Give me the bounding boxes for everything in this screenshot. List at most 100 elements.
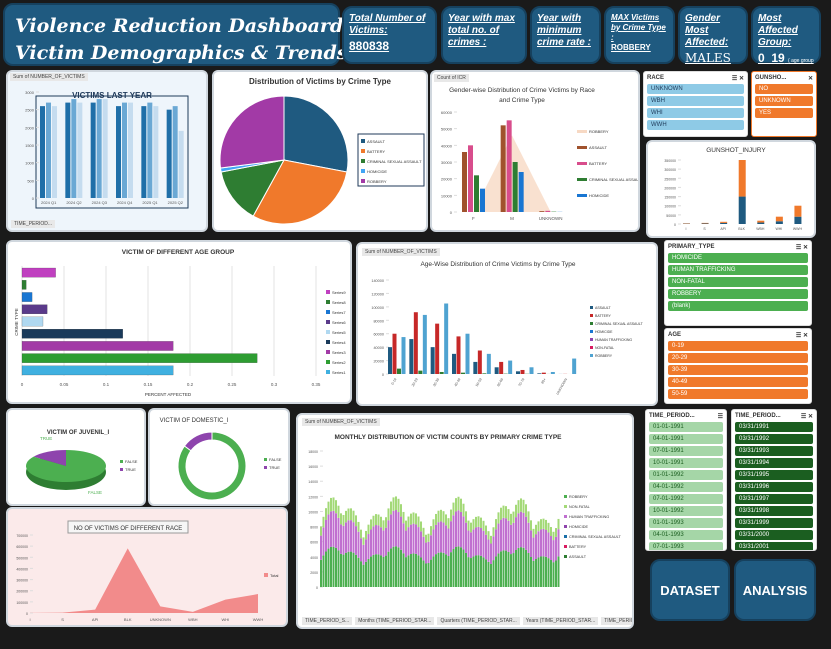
x-tick-label: 20-29 <box>411 377 419 387</box>
x-tick-label: 0.25 <box>228 382 237 387</box>
race-option[interactable]: WBH <box>647 96 744 106</box>
y-tick-label: 0 <box>382 373 384 377</box>
bar <box>122 102 127 198</box>
legend-label: ASSAULT <box>589 145 607 150</box>
bar <box>445 514 447 526</box>
time-filter-button[interactable]: Months (TIME_PERIOD_STAR... <box>355 617 435 625</box>
bar <box>432 529 435 557</box>
time-filter-button[interactable]: TIME_PERIOD_S... <box>302 617 353 625</box>
time-option[interactable]: 04-01-1991 <box>649 434 723 444</box>
time-option[interactable]: 07-01-1993 <box>649 542 723 550</box>
bar <box>775 216 783 222</box>
bar <box>545 556 547 587</box>
primary-type-option[interactable]: (blank) <box>668 301 808 311</box>
bar <box>400 516 402 550</box>
chart-title: NO OF VICTIMS OF DIFFERENT RACE <box>74 526 183 532</box>
bar <box>382 520 385 531</box>
bar <box>395 496 397 511</box>
time-option[interactable]: 03/31/1998 <box>735 506 813 516</box>
bar <box>425 534 427 543</box>
age-option[interactable]: 40-49 <box>668 377 808 387</box>
time-option[interactable]: 03/31/1999 <box>735 518 813 528</box>
bar <box>387 520 390 552</box>
bar <box>367 524 370 535</box>
analysis-button[interactable]: ANALYSIS <box>734 559 816 621</box>
bar <box>367 534 370 559</box>
bar <box>365 530 367 540</box>
time-option[interactable]: 03/31/1995 <box>735 470 813 480</box>
race-option[interactable]: UNKNOWN <box>647 84 744 94</box>
bar <box>387 551 390 587</box>
primary-type-option[interactable]: ROBBERY <box>668 289 808 299</box>
age-wise-panel: Sum of NUMBER_OF_VICTIMS Age-Wise Distri… <box>356 242 658 406</box>
gunshot-option[interactable]: YES <box>755 108 813 118</box>
bar <box>542 556 545 587</box>
time-option[interactable]: 01-01-1991 <box>649 422 723 432</box>
time-option[interactable]: 03/31/1993 <box>735 446 813 456</box>
time-option[interactable]: 07-01-1992 <box>649 494 723 504</box>
legend-swatch <box>564 525 567 528</box>
bar <box>370 519 372 530</box>
time-filter-button[interactable]: Years (TIME_PERIOD_STAR... <box>522 617 599 625</box>
time-option[interactable]: 03/31/1991 <box>735 422 813 432</box>
bar <box>355 515 357 527</box>
primary-type-option[interactable]: NON-FATAL <box>668 277 808 287</box>
time-option[interactable]: 10-01-1991 <box>649 458 723 468</box>
bar <box>377 514 380 526</box>
age-option[interactable]: 50-59 <box>668 389 808 399</box>
time-option[interactable]: 03/31/1992 <box>735 434 813 444</box>
primary-type-option[interactable]: HOMICIDE <box>668 253 808 263</box>
bar <box>505 550 507 587</box>
bar <box>335 513 337 548</box>
bar <box>116 106 121 198</box>
bar <box>427 563 430 587</box>
x-tick-label: WWH <box>253 617 264 622</box>
legend-swatch <box>590 306 593 309</box>
legend-label: Series2 <box>332 360 346 365</box>
bar <box>385 555 387 587</box>
legend-label: TRUE <box>125 467 136 472</box>
dataset-button[interactable]: DATASET <box>650 559 730 621</box>
bar <box>442 522 445 553</box>
kpi-gender: Gender Most Affected: MALES <box>678 6 748 65</box>
time-option[interactable]: 03/31/2000 <box>735 530 813 540</box>
time-option[interactable]: 04-01-1992 <box>649 482 723 492</box>
bar <box>475 555 477 587</box>
age-option[interactable]: 0-19 <box>668 341 808 351</box>
time-filter-button[interactable]: Quarters (TIME_PERIOD_STAR... <box>437 617 520 625</box>
bar <box>550 536 552 561</box>
time-filter-tag[interactable]: TIME_PERIOD... <box>11 220 56 228</box>
bar <box>529 367 534 374</box>
bar <box>572 358 577 374</box>
bar <box>385 527 387 556</box>
bar <box>435 524 437 555</box>
chart-title: and Crime Type <box>499 97 545 104</box>
time-option[interactable]: 04-01-1993 <box>649 530 723 540</box>
x-tick-label: 0.05 <box>60 382 69 387</box>
bar <box>482 373 487 374</box>
time-option[interactable]: 03/31/2001 <box>735 542 813 550</box>
time-option[interactable]: 01-01-1992 <box>649 470 723 480</box>
time-option[interactable]: 03/31/1994 <box>735 458 813 468</box>
legend-swatch <box>590 346 593 349</box>
time-option[interactable]: 01-01-1993 <box>649 518 723 528</box>
age-option[interactable]: 20-29 <box>668 353 808 363</box>
primary-type-option[interactable]: HUMAN TRAFFICKING <box>668 265 808 275</box>
gunshot-option[interactable]: UNKNOWN <box>755 96 813 106</box>
legend-label: BATTERY <box>367 149 385 154</box>
time-option[interactable]: 10-01-1992 <box>649 506 723 516</box>
dashboard-title: Violence Reduction Dashboard: Victim Dem… <box>3 3 350 66</box>
race-option[interactable]: WHI <box>647 108 744 118</box>
time-filter-button[interactable]: TIME_PERIOD_STA... <box>601 617 632 625</box>
time-option[interactable]: 03/31/1997 <box>735 494 813 504</box>
race-option[interactable]: WWH <box>647 120 744 130</box>
legend-swatch <box>564 555 567 558</box>
bar <box>470 522 472 533</box>
gunshot-option[interactable]: NO <box>755 84 813 94</box>
y-tick-label: 500000 <box>16 556 28 560</box>
age-option[interactable]: 30-39 <box>668 365 808 375</box>
legend-label: ROBBERY <box>595 354 613 358</box>
time-option[interactable]: 03/31/1996 <box>735 482 813 492</box>
bar <box>360 538 362 562</box>
time-option[interactable]: 07-01-1991 <box>649 446 723 456</box>
